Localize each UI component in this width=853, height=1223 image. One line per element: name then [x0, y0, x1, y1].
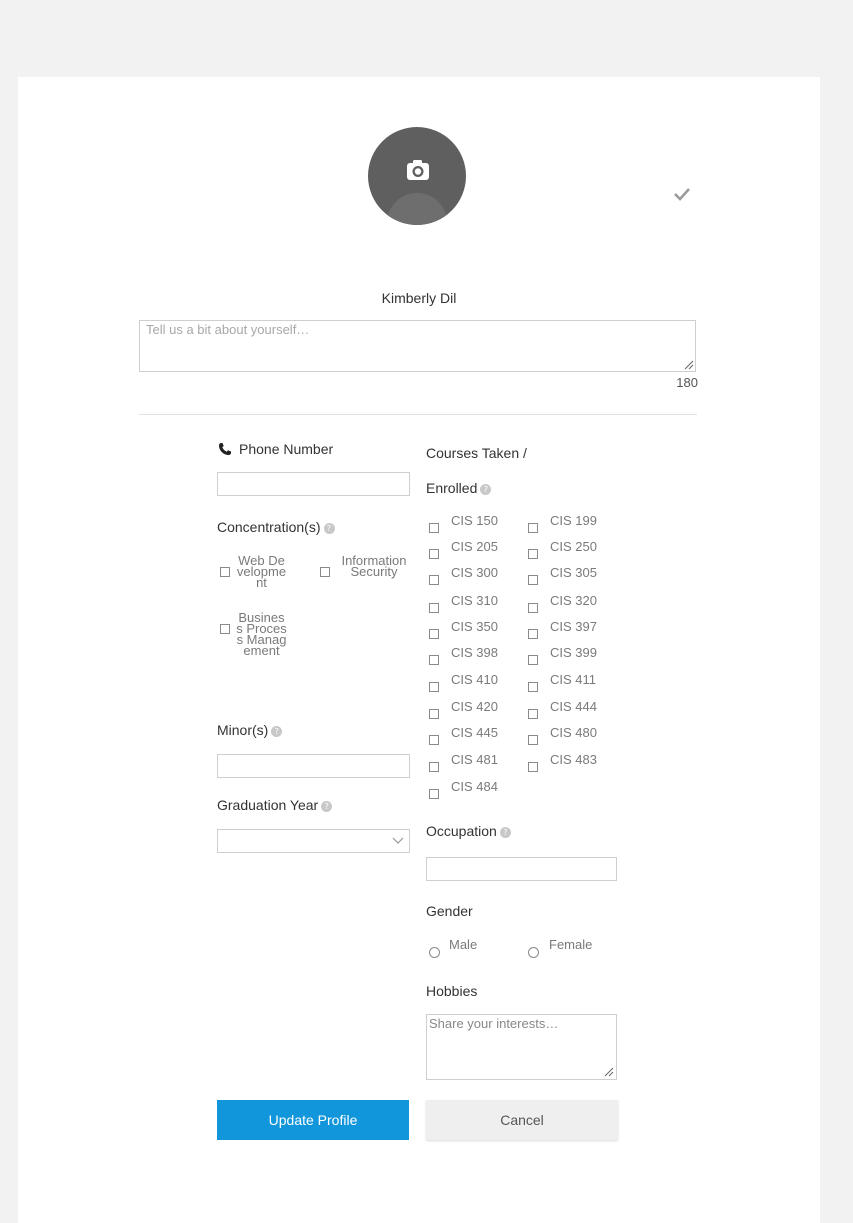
- bio-textarea[interactable]: [139, 320, 696, 372]
- help-icon[interactable]: ?: [480, 483, 492, 495]
- concentration-checkbox-information-security[interactable]: [320, 567, 330, 577]
- course-checkbox[interactable]: [429, 789, 439, 799]
- resize-grip-icon[interactable]: [604, 1067, 614, 1077]
- course-checkbox[interactable]: [429, 682, 439, 692]
- course-label: CIS 483: [550, 752, 597, 767]
- course-checkbox[interactable]: [429, 735, 439, 745]
- courses-label-line2: Enrolled: [426, 480, 478, 496]
- occupation-label-text: Occupation: [426, 823, 497, 839]
- concentration-label-information-security: Information Security: [341, 553, 407, 579]
- course-checkbox[interactable]: [528, 655, 538, 665]
- graduation-year-label: Graduation Year?: [217, 797, 333, 813]
- courses-label: Enrolled?: [426, 480, 492, 496]
- avatar-upload[interactable]: [368, 127, 466, 225]
- checkmark-icon[interactable]: [674, 187, 690, 201]
- concentration-label-text: Concentration(s): [217, 519, 321, 535]
- gender-label-male: Male: [449, 937, 478, 952]
- hobbies-label: Hobbies: [426, 983, 478, 999]
- course-label: CIS 250: [550, 539, 597, 554]
- profile-name: Kimberly Dil: [381, 290, 457, 306]
- minors-label: Minor(s)?: [217, 722, 283, 738]
- course-checkbox[interactable]: [528, 762, 538, 772]
- course-label: CIS 199: [550, 513, 597, 528]
- cancel-button[interactable]: Cancel: [426, 1100, 618, 1140]
- concentration-checkbox-web-development[interactable]: [220, 567, 230, 577]
- course-checkbox[interactable]: [528, 523, 538, 533]
- chevron-down-icon: [392, 837, 404, 844]
- course-label: CIS 150: [451, 513, 498, 528]
- help-icon[interactable]: ?: [323, 522, 335, 534]
- help-icon[interactable]: ?: [271, 725, 283, 737]
- course-checkbox[interactable]: [429, 762, 439, 772]
- phone-input[interactable]: [217, 472, 410, 496]
- avatar-silhouette: [387, 193, 447, 225]
- course-checkbox[interactable]: [429, 655, 439, 665]
- course-checkbox[interactable]: [528, 629, 538, 639]
- concentration-checkbox-business-process-management[interactable]: [220, 624, 230, 634]
- course-checkbox[interactable]: [429, 629, 439, 639]
- course-label: CIS 411: [550, 672, 597, 687]
- concentration-label-web-development: Web Development: [236, 553, 287, 590]
- gender-label-female: Female: [549, 937, 593, 952]
- course-label: CIS 205: [451, 539, 498, 554]
- courses-label-line1: Courses Taken /: [426, 445, 527, 461]
- camera-icon: [407, 160, 429, 180]
- course-checkbox[interactable]: [528, 575, 538, 585]
- course-label: CIS 310: [451, 593, 498, 608]
- phone-label: Phone Number: [239, 441, 334, 457]
- course-checkbox[interactable]: [528, 603, 538, 613]
- graduation-year-label-text: Graduation Year: [217, 797, 319, 813]
- course-label: CIS 320: [550, 593, 597, 608]
- concentration-label: Concentration(s)?: [217, 519, 335, 535]
- hobbies-textarea[interactable]: [426, 1014, 617, 1080]
- profile-card: Kimberly Dil 180 Phone Number Concentrat…: [18, 77, 820, 1223]
- resize-grip-icon[interactable]: [684, 360, 694, 370]
- section-divider: [139, 414, 697, 415]
- minors-input[interactable]: [217, 754, 410, 778]
- gender-radio-female[interactable]: [528, 947, 539, 958]
- course-label: CIS 420: [451, 699, 498, 714]
- course-label: CIS 397: [550, 619, 597, 634]
- minors-label-text: Minor(s): [217, 722, 269, 738]
- course-label: CIS 300: [451, 565, 498, 580]
- course-checkbox[interactable]: [429, 575, 439, 585]
- help-icon[interactable]: ?: [321, 800, 333, 812]
- course-label: CIS 444: [550, 699, 597, 714]
- course-label: CIS 398: [451, 645, 498, 660]
- occupation-input[interactable]: [426, 857, 617, 881]
- course-checkbox[interactable]: [429, 709, 439, 719]
- course-label: CIS 350: [451, 619, 498, 634]
- gender-label: Gender: [426, 903, 473, 919]
- gender-radio-male[interactable]: [429, 947, 440, 958]
- course-checkbox[interactable]: [429, 549, 439, 559]
- concentration-label-business-process-management: Business Process Management: [236, 610, 287, 658]
- course-label: CIS 445: [451, 725, 498, 740]
- course-label: CIS 410: [451, 672, 498, 687]
- course-label: CIS 399: [550, 645, 597, 660]
- course-checkbox[interactable]: [429, 603, 439, 613]
- course-checkbox[interactable]: [528, 709, 538, 719]
- course-label: CIS 480: [550, 725, 597, 740]
- course-checkbox[interactable]: [528, 549, 538, 559]
- course-checkbox[interactable]: [429, 523, 439, 533]
- bio-char-count: 180: [676, 375, 698, 390]
- course-label: CIS 305: [550, 565, 597, 580]
- phone-icon: [219, 443, 231, 455]
- course-checkbox[interactable]: [528, 735, 538, 745]
- course-label: CIS 484: [451, 779, 498, 794]
- update-profile-button[interactable]: Update Profile: [217, 1100, 409, 1140]
- course-checkbox[interactable]: [528, 682, 538, 692]
- help-icon[interactable]: ?: [499, 826, 511, 838]
- course-label: CIS 481: [451, 752, 498, 767]
- graduation-year-select[interactable]: [217, 829, 410, 853]
- occupation-label: Occupation?: [426, 823, 511, 839]
